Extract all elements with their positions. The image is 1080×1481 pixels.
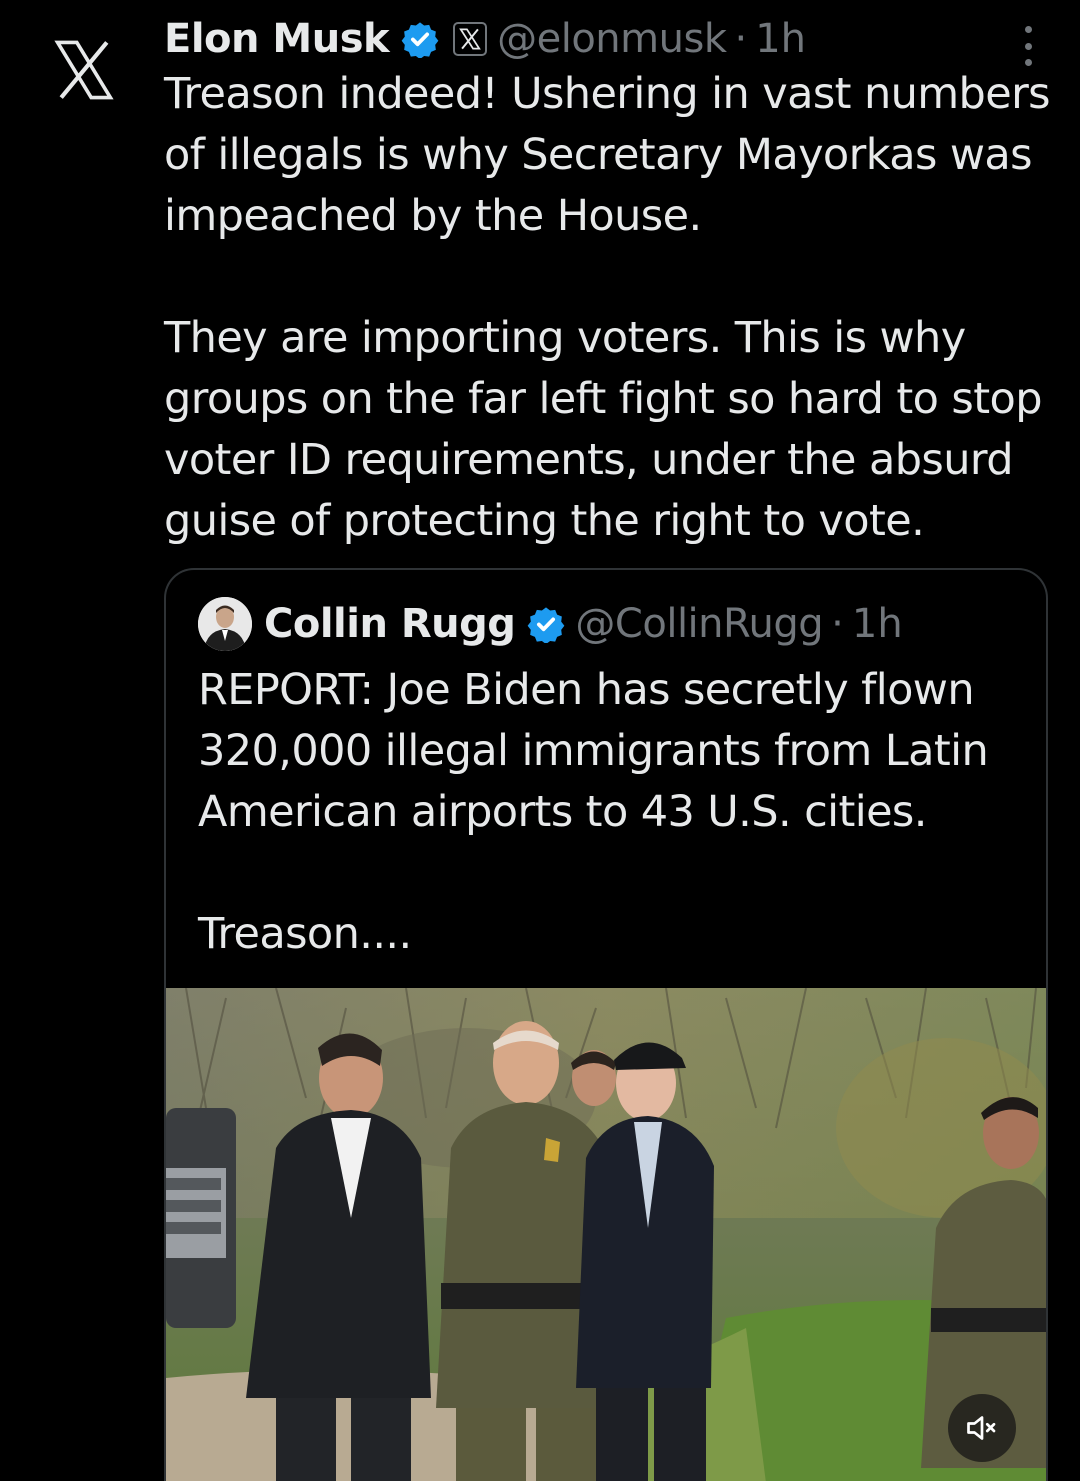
header-separator: ·	[734, 16, 748, 62]
quoted-tweet-card[interactable]: Collin Rugg @CollinRugg · 1h REPORT: Joe…	[164, 568, 1048, 1481]
avatar[interactable]	[198, 597, 252, 651]
header-separator: ·	[831, 601, 844, 647]
quoted-tweet-text: REPORT: Joe Biden has secretly flown 320…	[198, 665, 989, 959]
quoted-author-handle[interactable]: @CollinRugg	[575, 596, 823, 652]
x-affiliate-badge-icon	[453, 22, 488, 56]
quoted-author-name[interactable]: Collin Rugg	[264, 596, 516, 652]
quoted-tweet-header: Collin Rugg @CollinRugg · 1h	[198, 596, 903, 652]
verified-badge-icon	[401, 20, 439, 58]
author-handle[interactable]: @elonmusk	[497, 12, 727, 66]
tweet-time[interactable]: 1h	[755, 12, 806, 66]
more-vertical-icon[interactable]	[1018, 26, 1038, 66]
tweet-header: Elon Musk @elonmusk · 1h	[164, 12, 1054, 66]
volume-muted-icon[interactable]	[948, 1394, 1016, 1462]
verified-badge-icon	[527, 605, 565, 643]
author-name[interactable]: Elon Musk	[164, 12, 390, 66]
video-player[interactable]	[166, 988, 1046, 1481]
x-logo-icon[interactable]	[52, 38, 116, 102]
quoted-tweet-time[interactable]: 1h	[852, 596, 903, 652]
tweet-detail-screen: Elon Musk @elonmusk · 1h Treason indeed!…	[0, 0, 1080, 1481]
video-frame	[166, 988, 1046, 1481]
tweet: Elon Musk @elonmusk · 1h Treason indeed!…	[164, 12, 1054, 552]
tweet-text: Treason indeed! Ushering in vast numbers…	[164, 69, 1051, 546]
